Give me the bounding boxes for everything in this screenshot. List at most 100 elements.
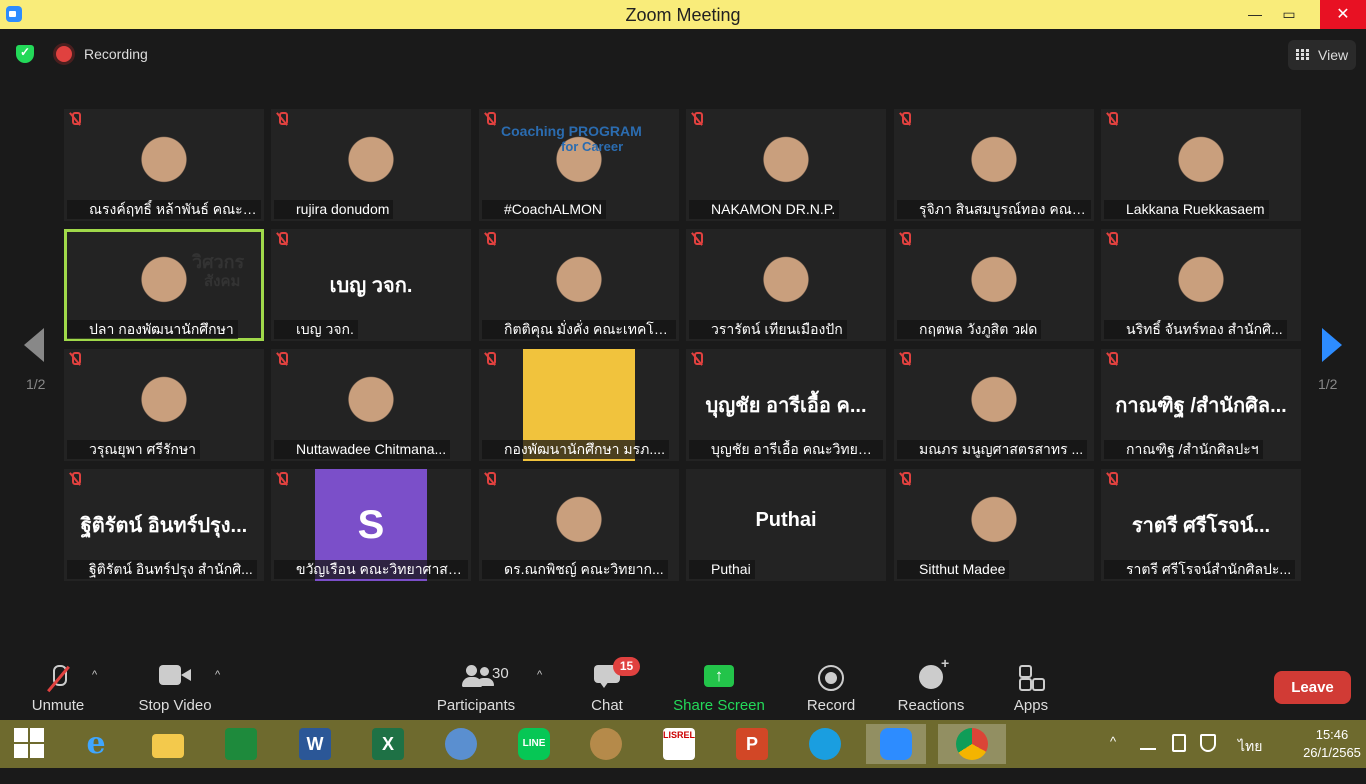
participant-tile[interactable]: ฐิติรัตน์ อินทร์ปรุง... ฐิติรัตน์ อินทร์… — [64, 469, 264, 581]
chat-label: Chat — [591, 697, 623, 714]
participant-tile[interactable]: เบญ วจก. เบญ วจก. — [271, 229, 471, 341]
internet-explorer-icon[interactable]: e — [76, 724, 116, 764]
close-button[interactable]: ✕ — [1320, 0, 1366, 29]
battery-icon[interactable] — [1172, 734, 1186, 752]
speaker-muted-icon[interactable] — [1200, 734, 1216, 752]
paint-icon[interactable] — [586, 724, 626, 764]
coach-banner-text: Coaching PROGRAM — [501, 123, 642, 139]
line-icon[interactable]: LINE — [514, 724, 554, 764]
participant-name: นริทธิ์ จันทร์ทอง สำนักศิ... — [1104, 320, 1287, 339]
page-indicator-right: 1/2 — [1318, 376, 1338, 392]
unmute-label: Unmute — [31, 697, 85, 714]
record-button[interactable]: Record — [800, 655, 862, 720]
mic-muted-icon — [899, 472, 911, 485]
math-input-icon[interactable] — [441, 724, 481, 764]
participant-tile[interactable]: ดร.ณกพิชญ์ คณะวิทยาก... — [479, 469, 679, 581]
coach-banner-text-2: for Career — [561, 139, 624, 154]
video-options-chevron-icon[interactable]: ^ — [215, 669, 225, 681]
lisrel-icon[interactable]: LISREL — [659, 724, 699, 764]
maximize-button[interactable]: ▭ — [1266, 0, 1312, 29]
input-language-indicator[interactable]: ไทย — [1238, 736, 1262, 784]
participant-name: กาณฑิฐ /สำนักศิลปะฯ — [1104, 440, 1263, 459]
windows-start-icon[interactable] — [14, 728, 46, 760]
stop-video-button[interactable]: Stop Video — [132, 655, 218, 720]
mic-muted-icon — [899, 232, 911, 245]
participant-tile[interactable]: กองพัฒนานักศึกษา มรภ.... — [479, 349, 679, 461]
participant-tile[interactable]: วรุณยุพา ศรีรักษา — [64, 349, 264, 461]
mic-muted-icon — [1106, 112, 1118, 125]
file-explorer-icon[interactable] — [148, 724, 188, 764]
word-icon[interactable]: W — [295, 724, 335, 764]
powerpoint-icon[interactable]: P — [732, 724, 772, 764]
participant-tile[interactable]: รุจิภา สินสมบูรณ์ทอง คณะ... — [894, 109, 1094, 221]
mic-muted-icon — [69, 352, 81, 365]
participant-name: บุญชัย อารีเอื้อ คณะวิทยาศ... — [689, 440, 883, 459]
chrome-taskbar-icon[interactable] — [938, 724, 1006, 764]
zoom-taskbar-icon[interactable] — [866, 724, 926, 764]
view-label: View — [1318, 47, 1349, 63]
network-signal-icon[interactable] — [1140, 736, 1156, 750]
previous-page-arrow-icon[interactable] — [24, 328, 44, 362]
window-title: Zoom Meeting — [625, 5, 741, 25]
unmute-button[interactable]: Unmute — [22, 655, 94, 720]
participant-tile[interactable]: S ขวัญเรือน คณะวิทยาศาสต... — [271, 469, 471, 581]
store-icon[interactable] — [221, 724, 261, 764]
participant-name: เบญ วจก. — [274, 320, 358, 339]
participant-display-name: ฐิติรัตน์ อินทร์ปรุง... — [80, 515, 248, 537]
participant-tile[interactable]: Sitthut Madee — [894, 469, 1094, 581]
participant-tile[interactable]: บุญชัย อารีเอื้อ ค... บุญชัย อารีเอื้อ ค… — [686, 349, 886, 461]
participants-icon — [462, 665, 496, 687]
participants-label: Participants — [436, 697, 516, 714]
participant-tile[interactable]: กิตติคุณ มั่งคั่ง คณะเทคโนโ... — [479, 229, 679, 341]
excel-icon[interactable]: X — [368, 724, 408, 764]
smiley-plus-icon — [919, 655, 949, 689]
view-button[interactable]: View — [1288, 40, 1356, 70]
participant-name: Nuttawadee Chitmana... — [274, 440, 451, 459]
recording-dot-icon[interactable] — [56, 46, 72, 62]
edge-icon[interactable] — [805, 724, 845, 764]
participant-tile[interactable]: Nuttawadee Chitmana... — [271, 349, 471, 461]
record-label: Record — [806, 697, 856, 714]
tray-overflow-chevron-icon[interactable]: ^ — [1110, 734, 1116, 782]
encryption-shield-icon[interactable] — [16, 45, 34, 63]
chat-unread-badge: 15 — [613, 657, 640, 676]
audio-options-chevron-icon[interactable]: ^ — [92, 669, 102, 681]
participant-tile-active-speaker[interactable]: วิศวกร สังคม ปลา กองพัฒนานักศึกษา — [64, 229, 264, 341]
share-screen-button[interactable]: Share Screen — [670, 655, 768, 720]
share-screen-arrow-icon — [704, 665, 734, 687]
participant-tile[interactable]: Lakkana Ruekkasaem — [1101, 109, 1301, 221]
participant-display-name: เบญ วจก. — [329, 275, 413, 297]
participant-tile[interactable]: ราตรี ศรีโรจน์... ราตรี ศรีโรจน์สำนักศิล… — [1101, 469, 1301, 581]
brand-text: สังคม — [204, 273, 241, 290]
participant-tile[interactable]: ณรงค์ฤทธิ์ หล้าพันธ์ คณะว... — [64, 109, 264, 221]
mic-muted-icon — [691, 112, 703, 125]
microphone-muted-icon — [45, 665, 71, 693]
participant-tile[interactable]: Puthai Puthai — [686, 469, 886, 581]
mic-muted-icon — [276, 352, 288, 365]
participant-tile[interactable]: Coaching PROGRAM for Career #CoachALMON — [479, 109, 679, 221]
participant-name: Puthai — [689, 560, 755, 579]
participant-name: กองพัฒนานักศึกษา มรภ.... — [482, 440, 669, 459]
participant-name: rujira donudom — [274, 200, 394, 219]
next-page-arrow-icon[interactable] — [1322, 328, 1342, 362]
participant-tile[interactable]: กาณฑิฐ /สำนักศิล... กาณฑิฐ /สำนักศิลปะฯ — [1101, 349, 1301, 461]
leave-button[interactable]: Leave — [1274, 671, 1351, 704]
page-indicator-left: 1/2 — [26, 376, 46, 392]
apps-button[interactable]: Apps — [1006, 655, 1056, 720]
participants-options-chevron-icon[interactable]: ^ — [537, 669, 547, 681]
participant-tile[interactable]: มณภร มนูญศาสตรสาทร ... — [894, 349, 1094, 461]
participant-tile[interactable]: NAKAMON DR.N.P. — [686, 109, 886, 221]
participant-tile[interactable]: นริทธิ์ จันทร์ทอง สำนักศิ... — [1101, 229, 1301, 341]
reactions-button[interactable]: Reactions — [892, 655, 970, 720]
participants-button[interactable]: 30 Participants — [432, 655, 520, 720]
participant-tile[interactable]: rujira donudom — [271, 109, 471, 221]
participant-name: ฐิติรัตน์ อินทร์ปรุง สำนักศิ... — [67, 560, 257, 579]
participant-tile[interactable]: กฤตพล วังภูสิต วฝด — [894, 229, 1094, 341]
participant-name: ขวัญเรือน คณะวิทยาศาสต... — [274, 560, 468, 579]
participant-tile[interactable]: วรารัตน์ เทียนเมืองปัก — [686, 229, 886, 341]
mic-muted-icon — [276, 112, 288, 125]
mic-muted-icon — [69, 112, 81, 125]
mic-muted-icon — [1106, 232, 1118, 245]
mic-muted-icon — [484, 232, 496, 245]
taskbar-clock[interactable]: 15:46 26/1/2565 — [1300, 726, 1364, 762]
